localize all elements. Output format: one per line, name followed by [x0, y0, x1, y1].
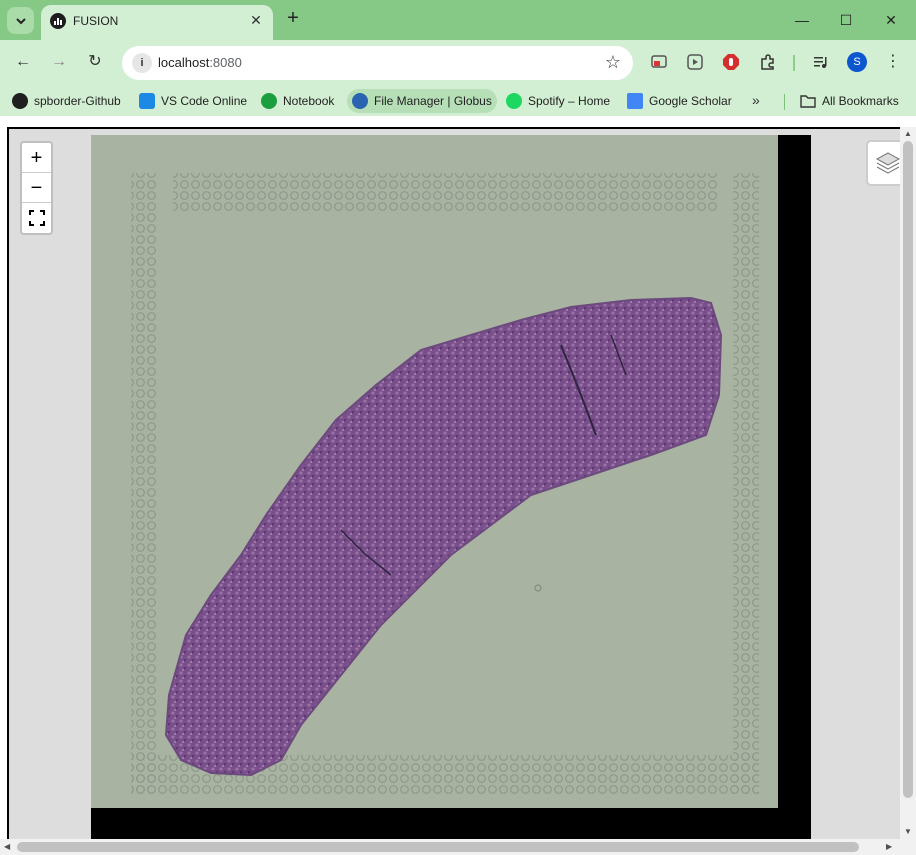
- bookmark-github[interactable]: spborder-Github: [7, 89, 126, 113]
- bookmark-label: Spotify – Home: [528, 94, 611, 108]
- layers-control[interactable]: [866, 140, 900, 186]
- minimize-button[interactable]: —: [792, 10, 812, 30]
- vertical-scrollbar[interactable]: ▲ ▼: [900, 127, 916, 839]
- histology-slide-image[interactable]: [91, 135, 778, 808]
- evernote-icon: [261, 93, 277, 109]
- globus-icon: [352, 93, 368, 109]
- bookmark-label: Google Scholar: [649, 94, 732, 108]
- more-bookmarks-icon[interactable]: »: [752, 92, 760, 108]
- horizontal-scrollbar[interactable]: ◀ ▶: [0, 839, 916, 855]
- fiducial-top: [173, 173, 719, 213]
- bookmark-scholar[interactable]: Google Scholar: [622, 89, 737, 113]
- zoom-control: + −: [20, 141, 53, 235]
- bookmark-label: VS Code Online: [161, 94, 248, 108]
- video-extension-icon[interactable]: [685, 52, 705, 72]
- spotify-icon: [506, 93, 522, 109]
- media-controls-icon[interactable]: [811, 52, 831, 72]
- all-bookmarks-label: All Bookmarks: [822, 94, 899, 108]
- browser-window: FUSION ✕ + — ☐ ✕ ← → ↻ i localhost:8080 …: [0, 0, 916, 855]
- folder-icon: [800, 95, 816, 108]
- vertical-scroll-thumb[interactable]: [903, 141, 913, 798]
- browser-toolbar: ← → ↻ i localhost:8080 ☆ S ⋮: [0, 40, 916, 86]
- address-bar[interactable]: i localhost:8080 ☆: [122, 46, 633, 80]
- scroll-left-icon[interactable]: ◀: [4, 842, 10, 851]
- profile-avatar[interactable]: S: [847, 52, 867, 72]
- fiducial-left: [131, 173, 157, 795]
- toolbar-separator: [793, 55, 795, 71]
- scholar-icon: [627, 93, 643, 109]
- scroll-up-icon[interactable]: ▲: [904, 129, 912, 138]
- adblock-extension-icon[interactable]: [721, 52, 741, 72]
- zoom-in-button[interactable]: +: [22, 143, 51, 173]
- fullscreen-icon: [28, 210, 45, 226]
- title-bar: FUSION ✕ + — ☐ ✕: [0, 0, 916, 40]
- back-button[interactable]: ←: [12, 51, 34, 73]
- bookmark-label: File Manager | Globus: [374, 94, 492, 108]
- browser-menu-icon[interactable]: ⋮: [883, 51, 903, 71]
- vscode-icon: [139, 93, 155, 109]
- extensions-puzzle-icon[interactable]: [757, 52, 777, 72]
- chevron-down-icon: [15, 17, 26, 24]
- new-tab-button[interactable]: +: [283, 8, 303, 28]
- url-text: localhost:8080: [158, 55, 242, 70]
- close-window-button[interactable]: ✕: [881, 10, 901, 30]
- bookmark-notebook[interactable]: Notebook: [256, 89, 339, 113]
- github-icon: [12, 93, 28, 109]
- bookmark-spotify[interactable]: Spotify – Home: [501, 89, 615, 113]
- scroll-right-icon[interactable]: ▶: [886, 842, 892, 851]
- bookmarks-bar: spborder-Github VS Code Online Notebook …: [0, 86, 916, 116]
- tab-close-icon[interactable]: ✕: [247, 11, 265, 29]
- fiducial-right: [733, 173, 759, 795]
- fullscreen-button[interactable]: [22, 203, 51, 233]
- bookmark-label: spborder-Github: [34, 94, 121, 108]
- bookmark-star-icon[interactable]: ☆: [605, 52, 621, 73]
- tab-search-button[interactable]: [7, 7, 34, 34]
- tab-title: FUSION: [73, 14, 119, 28]
- maximize-button[interactable]: ☐: [836, 10, 856, 30]
- all-bookmarks-button[interactable]: All Bookmarks: [795, 89, 904, 113]
- bookmark-vscode[interactable]: VS Code Online: [134, 89, 252, 113]
- fusion-favicon-icon: [50, 13, 66, 29]
- zoom-out-button[interactable]: −: [22, 173, 51, 203]
- forward-button[interactable]: →: [48, 51, 70, 73]
- site-info-icon[interactable]: i: [132, 53, 152, 73]
- bookmark-globus[interactable]: File Manager | Globus: [347, 89, 497, 113]
- bookmarks-separator: [784, 94, 785, 110]
- page-content: + −: [0, 116, 916, 855]
- bookmark-label: Notebook: [283, 94, 335, 108]
- active-tab[interactable]: FUSION ✕: [41, 5, 273, 40]
- cast-extension-icon[interactable]: [649, 52, 669, 72]
- horizontal-scroll-thumb[interactable]: [17, 842, 859, 852]
- layers-icon: [875, 152, 900, 174]
- reload-button[interactable]: ↻: [84, 51, 106, 73]
- scroll-down-icon[interactable]: ▼: [904, 827, 912, 836]
- slide-map-viewer[interactable]: + −: [7, 127, 900, 840]
